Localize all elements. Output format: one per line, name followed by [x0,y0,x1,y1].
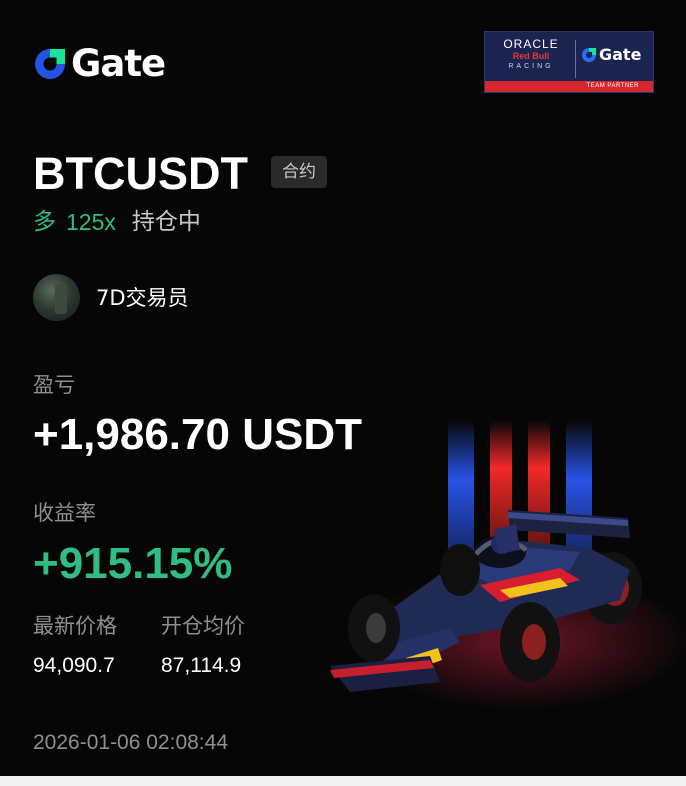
redbull-racing-mark: ORACLE Red Bull RACING [491,38,571,72]
bottom-strip [0,776,686,786]
entry-price-label: 开仓均价 [161,614,245,638]
gate-logo: Gate [33,42,166,85]
racing-text: RACING [508,63,554,70]
badge-gate-logo: Gate [581,45,641,64]
pnl-value: +1,986.70 USDT [33,410,362,459]
leverage: 125x [66,209,116,235]
logo-text: Gate [71,42,166,85]
oracle-text: ORACLE [503,37,559,51]
latest-price-label: 最新价格 [33,614,117,638]
trader-name: 7D交易员 [96,286,189,310]
position-info: 多 125x 持仓中 [33,207,201,237]
roi-label: 收益率 [33,501,96,525]
pnl-label: 盈亏 [33,373,75,397]
symbol-title: BTCUSDT [33,148,248,199]
share-card: Gate ORACLE Red Bull RACING Gate TEAM PA… [0,0,686,776]
redbull-text: Red Bull [512,51,550,61]
position-side: 多 [33,209,56,235]
sponsor-badge: ORACLE Red Bull RACING Gate TEAM PARTNER [484,31,654,93]
timestamp: 2026-01-06 02:08:44 [33,731,228,754]
badge-divider [575,40,576,78]
f1-car-illustration [330,420,686,710]
badge-gate-text: Gate [599,45,642,64]
gate-logo-icon [581,47,597,62]
roi-value: +915.15% [33,539,233,588]
position-status: 持仓中 [131,209,201,235]
avatar [33,274,80,321]
team-partner-label: TEAM PARTNER [485,81,653,92]
latest-price-value: 94,090.7 [33,654,115,677]
gate-logo-icon [35,49,65,79]
entry-price-value: 87,114.9 [161,654,242,677]
contract-tag: 合约 [271,156,327,188]
